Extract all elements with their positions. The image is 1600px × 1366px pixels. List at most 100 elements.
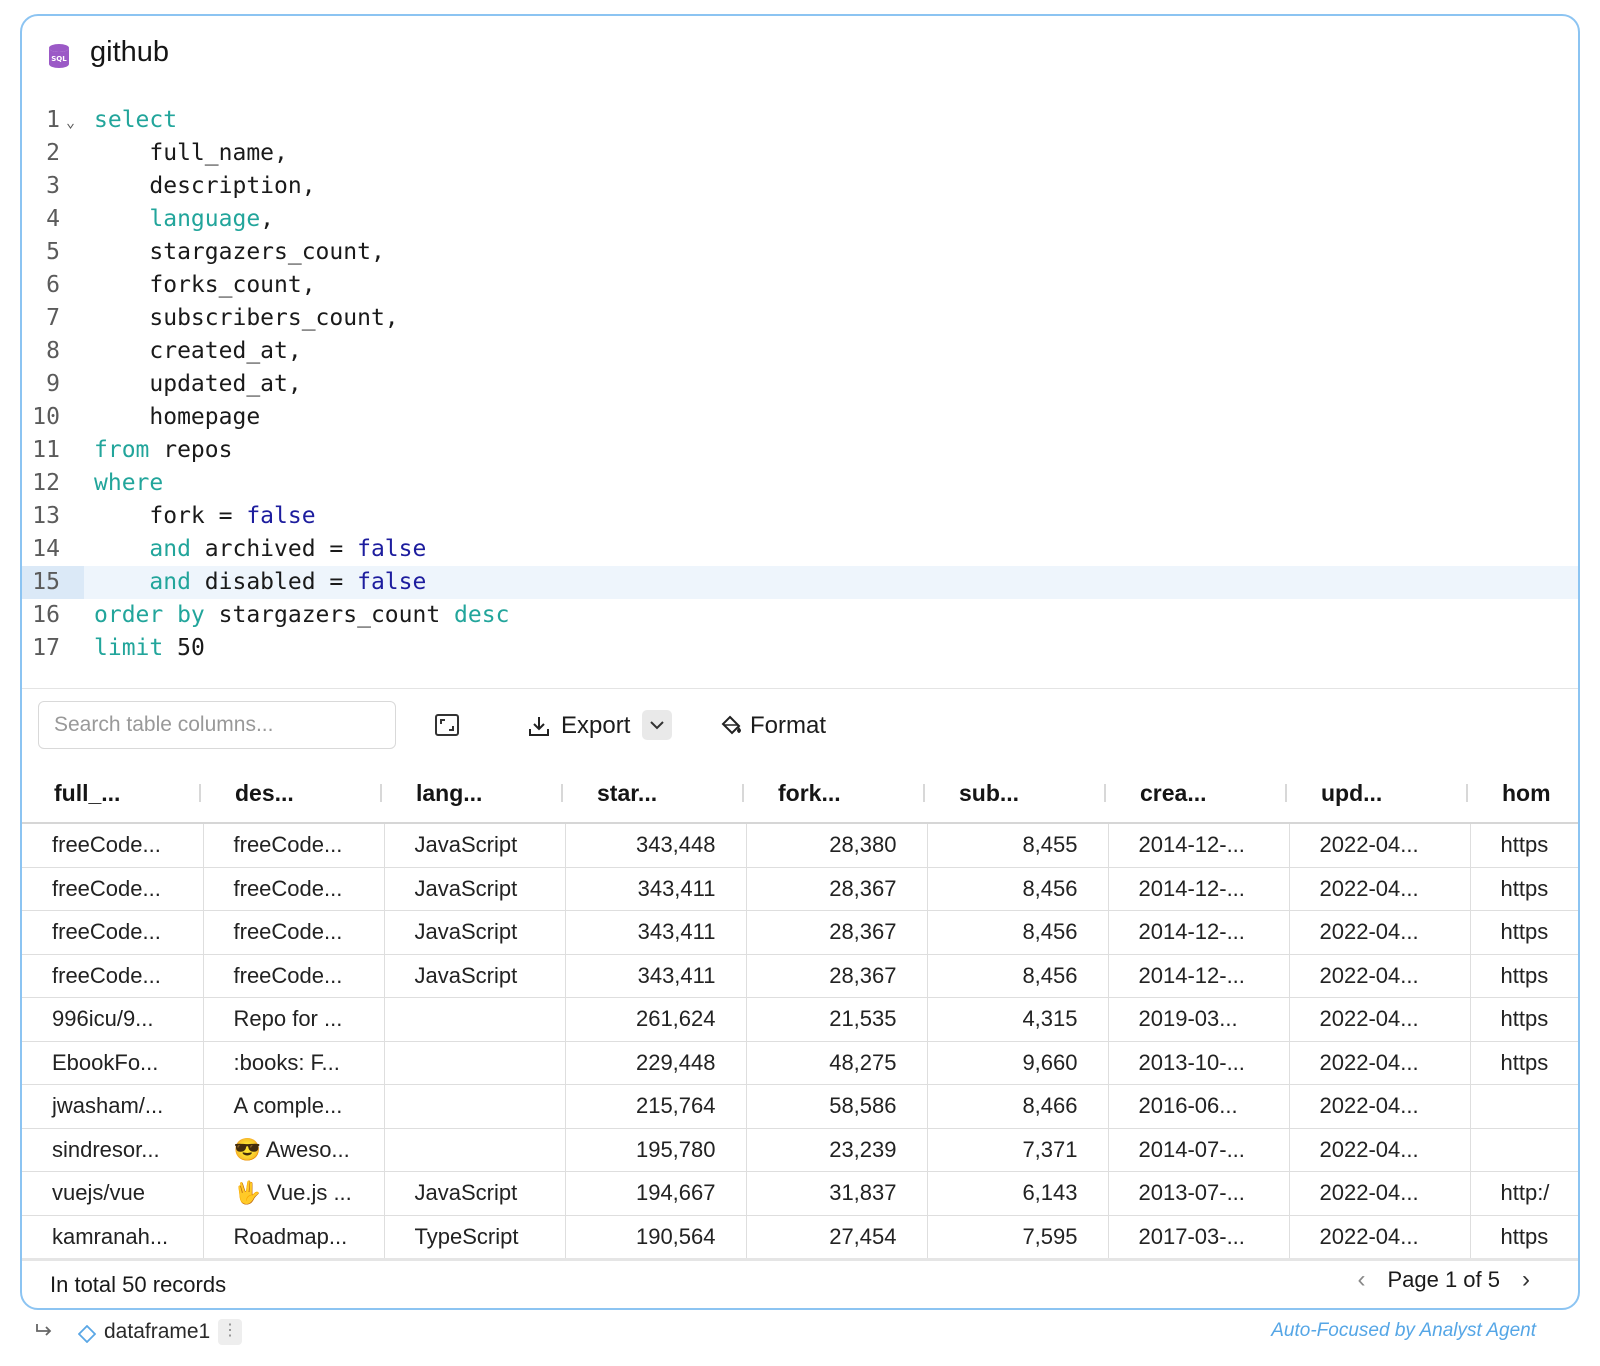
code-line[interactable]: 16 order by stargazers_count desc — [22, 599, 1578, 632]
table-cell[interactable]: https — [1470, 823, 1578, 868]
table-cell[interactable]: JavaScript — [384, 910, 566, 955]
code-line[interactable]: 11 from repos — [22, 434, 1578, 467]
column-header[interactable]: star... — [565, 764, 746, 824]
export-button[interactable]: Export — [527, 703, 630, 749]
column-resize-handle[interactable] — [923, 784, 925, 802]
table-cell[interactable]: 2014-12-... — [1108, 954, 1290, 998]
table-cell[interactable]: freeCode... — [203, 867, 385, 911]
table-cell[interactable]: 7,595 — [927, 1215, 1109, 1258]
table-cell[interactable]: 21,535 — [746, 997, 928, 1042]
table-cell[interactable]: 2013-07-... — [1108, 1171, 1290, 1216]
code-line[interactable]: 12 where — [22, 467, 1578, 500]
table-cell[interactable]: A comple... — [203, 1084, 385, 1129]
table-cell[interactable]: Roadmap... — [203, 1215, 385, 1258]
table-cell[interactable] — [1470, 1084, 1578, 1129]
column-header[interactable]: lang... — [384, 764, 565, 824]
table-cell[interactable]: kamranah... — [22, 1215, 204, 1258]
next-page-icon[interactable]: › — [1522, 1266, 1530, 1294]
dataframe-name[interactable]: dataframe1 — [104, 1320, 210, 1344]
table-cell[interactable]: 23,239 — [746, 1128, 928, 1172]
table-cell[interactable]: https — [1470, 867, 1578, 911]
expand-icon[interactable] — [435, 714, 459, 736]
column-header[interactable]: fork... — [746, 764, 927, 824]
table-cell[interactable]: 343,411 — [565, 954, 747, 998]
table-cell[interactable]: 2019-03... — [1108, 997, 1290, 1042]
table-cell[interactable]: 7,371 — [927, 1128, 1109, 1172]
table-cell[interactable]: JavaScript — [384, 867, 566, 911]
table-cell[interactable]: 2014-12-... — [1108, 823, 1290, 868]
code-line[interactable]: 1 ⌄ select — [22, 104, 1578, 137]
code-line[interactable]: 4 language, — [22, 203, 1578, 236]
table-cell[interactable]: 229,448 — [565, 1041, 747, 1085]
table-cell[interactable]: 2022-04... — [1289, 867, 1471, 911]
table-cell[interactable]: https — [1470, 910, 1578, 955]
export-dropdown-button[interactable] — [642, 710, 672, 740]
table-cell[interactable]: sindresor... — [22, 1128, 204, 1172]
table-cell[interactable]: 8,456 — [927, 910, 1109, 955]
table-cell[interactable]: 261,624 — [565, 997, 747, 1042]
column-header[interactable]: full_... — [22, 764, 203, 824]
code-line[interactable]: 9 updated_at, — [22, 368, 1578, 401]
table-cell[interactable]: freeCode... — [203, 954, 385, 998]
table-cell[interactable]: https — [1470, 997, 1578, 1042]
code-line[interactable]: 7 subscribers_count, — [22, 302, 1578, 335]
table-cell[interactable]: 28,367 — [746, 910, 928, 955]
table-row[interactable]: jwasham/... A comple... 215,764 58,586 8,466… — [22, 1084, 1578, 1129]
table-cell[interactable]: 28,380 — [746, 823, 928, 868]
table-cell[interactable]: jwasham/... — [22, 1084, 204, 1129]
format-button[interactable]: Format — [720, 703, 826, 749]
table-cell[interactable] — [1470, 1128, 1578, 1172]
column-header[interactable]: upd... — [1289, 764, 1470, 824]
table-cell[interactable]: 8,455 — [927, 823, 1109, 868]
table-row[interactable]: kamranah... Roadmap... TypeScript 190,564 27… — [22, 1215, 1578, 1258]
table-cell[interactable]: 9,660 — [927, 1041, 1109, 1085]
table-cell[interactable] — [384, 1128, 566, 1172]
column-resize-handle[interactable] — [1104, 784, 1106, 802]
table-cell[interactable]: 🖖 Vue.js ... — [203, 1171, 385, 1216]
table-cell[interactable]: freeCode... — [22, 910, 204, 955]
table-cell[interactable]: 8,456 — [927, 867, 1109, 911]
table-cell[interactable]: 195,780 — [565, 1128, 747, 1172]
table-cell[interactable]: https — [1470, 1215, 1578, 1258]
results-table-container[interactable]: full_... des... lang... star... fork... sub..… — [22, 764, 1578, 1258]
table-cell[interactable]: freeCode... — [22, 823, 204, 868]
table-cell[interactable]: 2014-12-... — [1108, 867, 1290, 911]
table-cell[interactable]: https — [1470, 954, 1578, 998]
code-line[interactable]: 15 and disabled = false — [22, 566, 1578, 599]
table-cell[interactable] — [384, 1041, 566, 1085]
table-row[interactable]: sindresor... 😎 Aweso... 195,780 23,239 7,371… — [22, 1128, 1578, 1172]
table-row[interactable]: EbookFo...:books: F... 229,448 48,275 9,660… — [22, 1041, 1578, 1085]
table-cell[interactable]: 27,454 — [746, 1215, 928, 1258]
table-row[interactable]: freeCode... freeCode... JavaScript 343,448 2… — [22, 823, 1578, 868]
table-cell[interactable]: 8,456 — [927, 954, 1109, 998]
table-cell[interactable]: 28,367 — [746, 867, 928, 911]
table-cell[interactable]: 😎 Aweso... — [203, 1128, 385, 1172]
table-cell[interactable]: freeCode... — [22, 867, 204, 911]
table-cell[interactable]: 996icu/9... — [22, 997, 204, 1042]
column-header[interactable]: sub... — [927, 764, 1108, 824]
table-cell[interactable] — [384, 1084, 566, 1129]
table-cell[interactable]: EbookFo... — [22, 1041, 204, 1085]
sql-editor[interactable]: 1 ⌄ select 2 full_name, 3 description, 4 lang… — [22, 96, 1578, 688]
table-row[interactable]: 996icu/9... Repo for ... 261,624 21,535 4,31… — [22, 997, 1578, 1042]
column-resize-handle[interactable] — [1466, 784, 1468, 802]
column-resize-handle[interactable] — [199, 784, 201, 802]
table-row[interactable]: freeCode... freeCode... JavaScript 343,411 2… — [22, 867, 1578, 911]
table-cell[interactable]: http:/ — [1470, 1171, 1578, 1216]
column-resize-handle[interactable] — [742, 784, 744, 802]
table-cell[interactable]: 215,764 — [565, 1084, 747, 1129]
table-cell[interactable]: 6,143 — [927, 1171, 1109, 1216]
table-cell[interactable]: 31,837 — [746, 1171, 928, 1216]
table-cell[interactable]: 8,466 — [927, 1084, 1109, 1129]
code-line[interactable]: 14 and archived = false — [22, 533, 1578, 566]
table-cell[interactable]: 2022-04... — [1289, 1041, 1471, 1085]
table-cell[interactable]: JavaScript — [384, 1171, 566, 1216]
table-cell[interactable]: freeCode... — [22, 954, 204, 998]
fold-chevron-icon[interactable]: ⌄ — [66, 106, 75, 139]
table-cell[interactable]: freeCode... — [203, 910, 385, 955]
table-cell[interactable]: 2017-03-... — [1108, 1215, 1290, 1258]
dataframe-menu-icon[interactable]: ⋮ — [218, 1319, 242, 1345]
table-cell[interactable]: 2022-04... — [1289, 1084, 1471, 1129]
table-cell[interactable]: 48,275 — [746, 1041, 928, 1085]
table-cell[interactable]: JavaScript — [384, 823, 566, 868]
